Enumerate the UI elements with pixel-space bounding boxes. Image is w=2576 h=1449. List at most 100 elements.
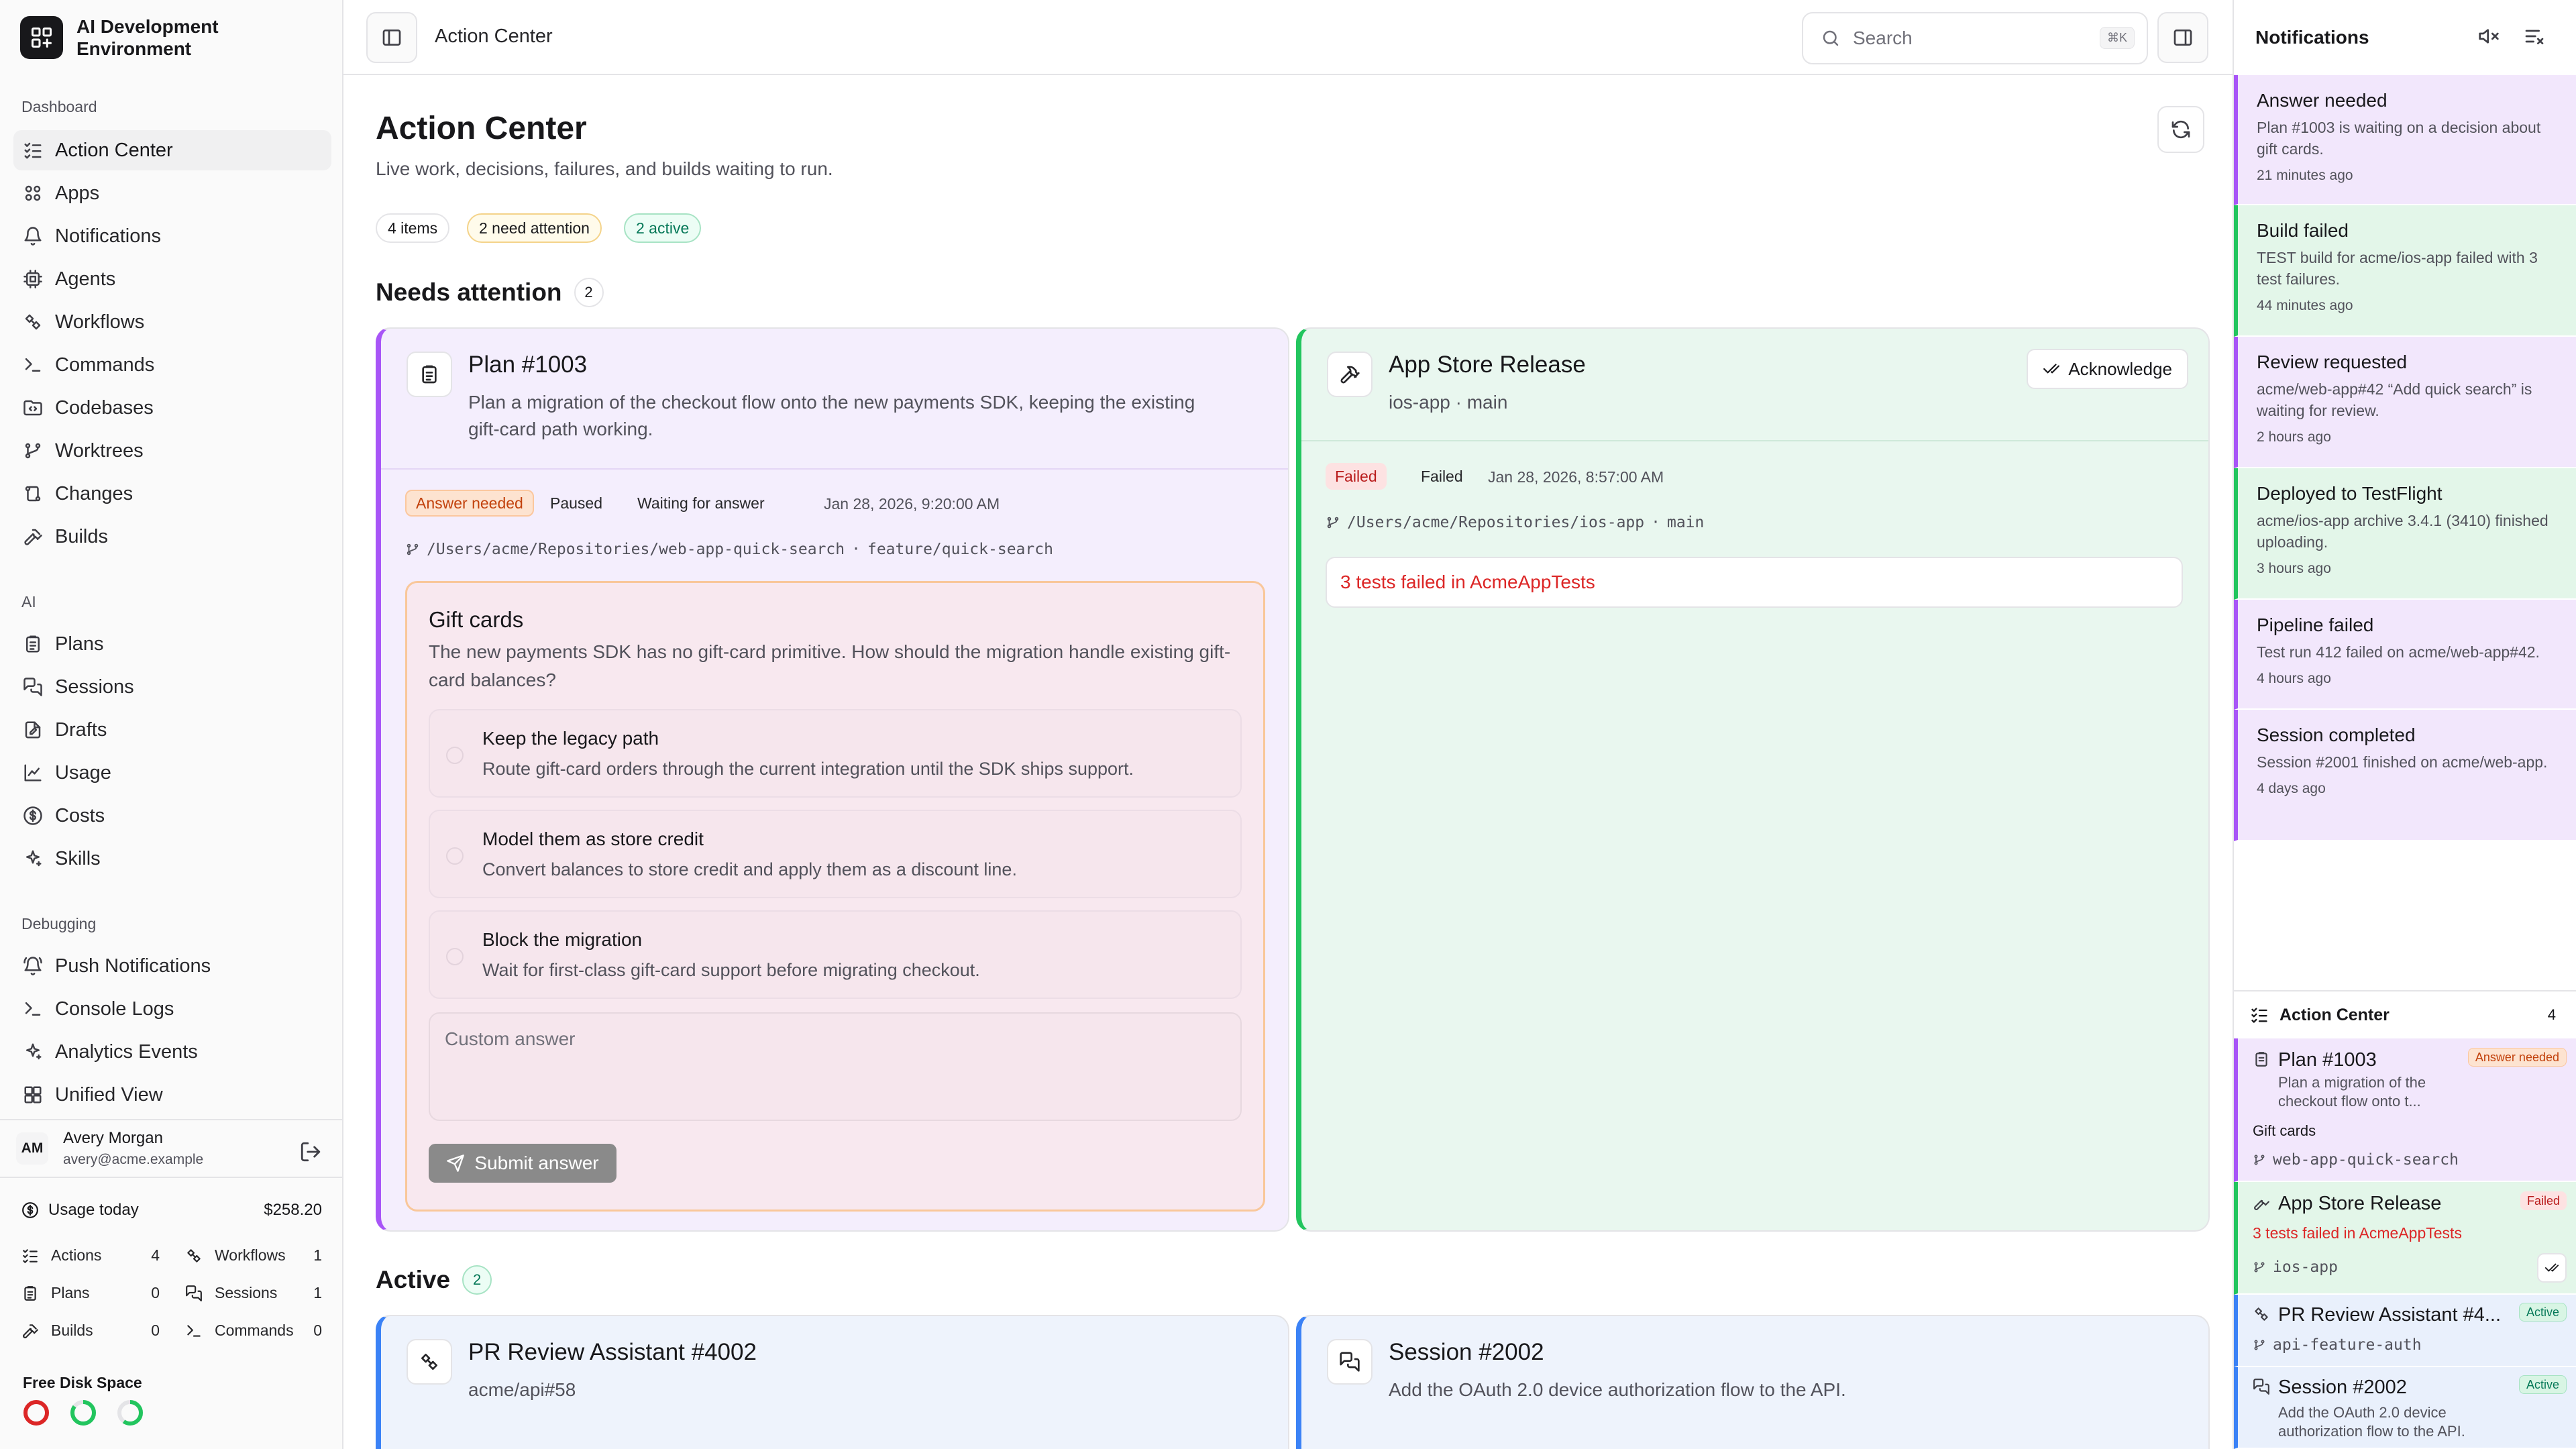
checklist-icon [2250,1006,2269,1024]
paused-badge: Paused [550,494,603,512]
release-title: App Store Release [1389,352,1586,378]
notification-item[interactable]: Session completed Session #2001 finished … [2234,710,2576,841]
sidebar-item-builds[interactable]: Builds [13,517,331,557]
refresh-button[interactable] [2157,106,2204,153]
branch-icon [1326,515,1340,530]
toggle-sidebar-button[interactable] [366,12,417,63]
sidebar-item-label: Apps [55,182,100,204]
option-block-migration[interactable]: Block the migration Wait for first-class… [429,910,1242,999]
ac-item-badge: Active [2518,1375,2567,1394]
session-card[interactable]: Session #2002 Add the OAuth 2.0 device a… [1296,1315,2210,1449]
radio[interactable] [446,948,464,965]
failure-message[interactable]: 3 tests failed in AcmeAppTests [1326,557,2183,608]
plan-desc-line-1: Plan a migration of the checkout flow on… [468,392,1195,413]
logout-icon[interactable] [299,1140,322,1163]
sidebar-item-plans[interactable]: Plans [13,624,331,664]
sidebar-item-label: Codebases [55,396,154,419]
brand[interactable]: AI Development Environment [20,15,251,60]
sidebar-item-label: Unified View [55,1083,163,1106]
option-store-credit[interactable]: Model them as store credit Convert balan… [429,810,1242,898]
ac-item-pr-review[interactable]: PR Review Assistant #4... Active api-fea… [2234,1295,2576,1367]
ac-item-plan[interactable]: Plan #1003 Answer needed Plan a migratio… [2234,1038,2576,1182]
sidebar-item-commands[interactable]: Commands [13,345,331,385]
sidebar-item-skills[interactable]: Skills [13,839,331,879]
stat-label: Sessions [215,1284,278,1301]
sidebar-item-push-notifications[interactable]: Push Notifications [13,946,331,986]
toggle-panel-button[interactable] [2157,12,2208,63]
stat-sessions: Sessions 1 [185,1284,322,1302]
notification-item[interactable]: Answer needed Plan #1003 is waiting on a … [2234,75,2576,205]
sidebar-item-label: Usage [55,761,111,784]
dollar-icon [21,1201,39,1219]
needs-attention-count: 2 [574,278,604,307]
sidebar-item-unified-view[interactable]: Unified View [13,1075,331,1115]
search-shortcut: ⌘K [2099,27,2135,49]
diff-icon [23,484,43,504]
ac-item-path: api-feature-auth [2253,1336,2422,1354]
ac-item-session[interactable]: Session #2002 Active Add the OAuth 2.0 d… [2234,1367,2576,1449]
sidebar-item-codebases[interactable]: Codebases [13,388,331,428]
sidebar-item-action-center[interactable]: Action Center [13,130,331,170]
sidebar-item-sessions[interactable]: Sessions [13,667,331,707]
pr-review-card[interactable]: PR Review Assistant #4002 acme/api#58 [376,1315,1289,1449]
mute-icon[interactable] [2478,25,2500,47]
stat-value: 4 [151,1246,160,1264]
submit-answer-button[interactable]: Submit answer [429,1144,616,1183]
sidebar-item-label: Builds [55,525,108,547]
sidebar-item-usage[interactable]: Usage [13,753,331,793]
clear-all-icon[interactable] [2524,25,2545,47]
sidebar-item-label: Workflows [55,311,145,333]
sidebar-item-agents[interactable]: Agents [13,259,331,299]
notification-time: 3 hours ago [2257,561,2331,576]
user-email: avery@acme.example [63,1152,204,1167]
release-date: Jan 28, 2026, 8:57:00 AM [1488,468,1664,486]
app-name: AI Development Environment [76,16,219,59]
user-profile[interactable]: AM Avery Morgan avery@acme.example [0,1119,342,1178]
radio[interactable] [446,847,464,865]
sidebar-item-analytics-events[interactable]: Analytics Events [13,1032,331,1072]
needs-attention-heading: Needs attention 2 [376,278,604,307]
notification-item[interactable]: Review requested acme/web-app#42 “Add qui… [2234,337,2576,468]
notification-item[interactable]: Deployed to TestFlight acme/ios-app archi… [2234,468,2576,600]
custom-answer-placeholder: Custom answer [445,1028,576,1049]
sidebar-item-notifications[interactable]: Notifications [13,216,331,256]
sidebar-item-apps[interactable]: Apps [13,173,331,213]
stat-plans: Plans 0 [21,1284,160,1302]
workflow-icon [2253,1305,2270,1323]
workflow-icon [185,1247,203,1265]
acknowledge-button[interactable]: Acknowledge [2027,349,2188,389]
active-heading: Active 2 [376,1265,492,1295]
notification-desc: acme/web-app#42 “Add quick search” is wa… [2257,380,2532,419]
radio[interactable] [446,747,464,764]
notifications-title: Notifications [2255,27,2369,48]
sidebar-item-changes[interactable]: Changes [13,474,331,514]
sidebar-item-worktrees[interactable]: Worktrees [13,431,331,471]
breadcrumb: Action Center [435,25,553,47]
notification-item[interactable]: Build failed TEST build for acme/ios-app … [2234,205,2576,337]
sidebar-item-label: Changes [55,482,133,504]
sidebar-item-costs[interactable]: Costs [13,796,331,836]
terminal-icon [23,355,43,375]
failed-badge: Failed [1326,463,1387,490]
search-input[interactable]: Search ⌘K [1802,12,2148,64]
workflow-icon [23,312,43,332]
notification-item[interactable]: Pipeline failed Test run 412 failed on ac… [2234,600,2576,710]
avatar: AM [16,1132,48,1165]
checklist-icon [21,1247,39,1265]
checklist-icon [23,140,43,160]
action-center-panel-header[interactable]: Action Center 4 [2234,990,2576,1038]
custom-answer-input[interactable]: Custom answer [429,1012,1242,1121]
acknowledge-mini-button[interactable] [2537,1253,2567,1283]
release-card[interactable]: App Store Release ios-app · main Acknowl… [1296,327,2210,1232]
ac-item-release[interactable]: App Store Release Failed 3 tests failed … [2234,1182,2576,1295]
sidebar-item-console-logs[interactable]: Console Logs [13,989,331,1029]
terminal-icon [23,999,43,1019]
sidebar-item-drafts[interactable]: Drafts [13,710,331,750]
ac-item-badge: Active [2518,1303,2567,1322]
plan-card[interactable]: Plan #1003 Plan a migration of the check… [376,327,1289,1232]
sidebar-item-workflows[interactable]: Workflows [13,302,331,342]
check-check-icon [2043,360,2060,378]
hammer-icon [2253,1194,2270,1212]
option-keep-legacy[interactable]: Keep the legacy path Route gift-card ord… [429,709,1242,798]
stat-label: Commands [215,1322,294,1339]
